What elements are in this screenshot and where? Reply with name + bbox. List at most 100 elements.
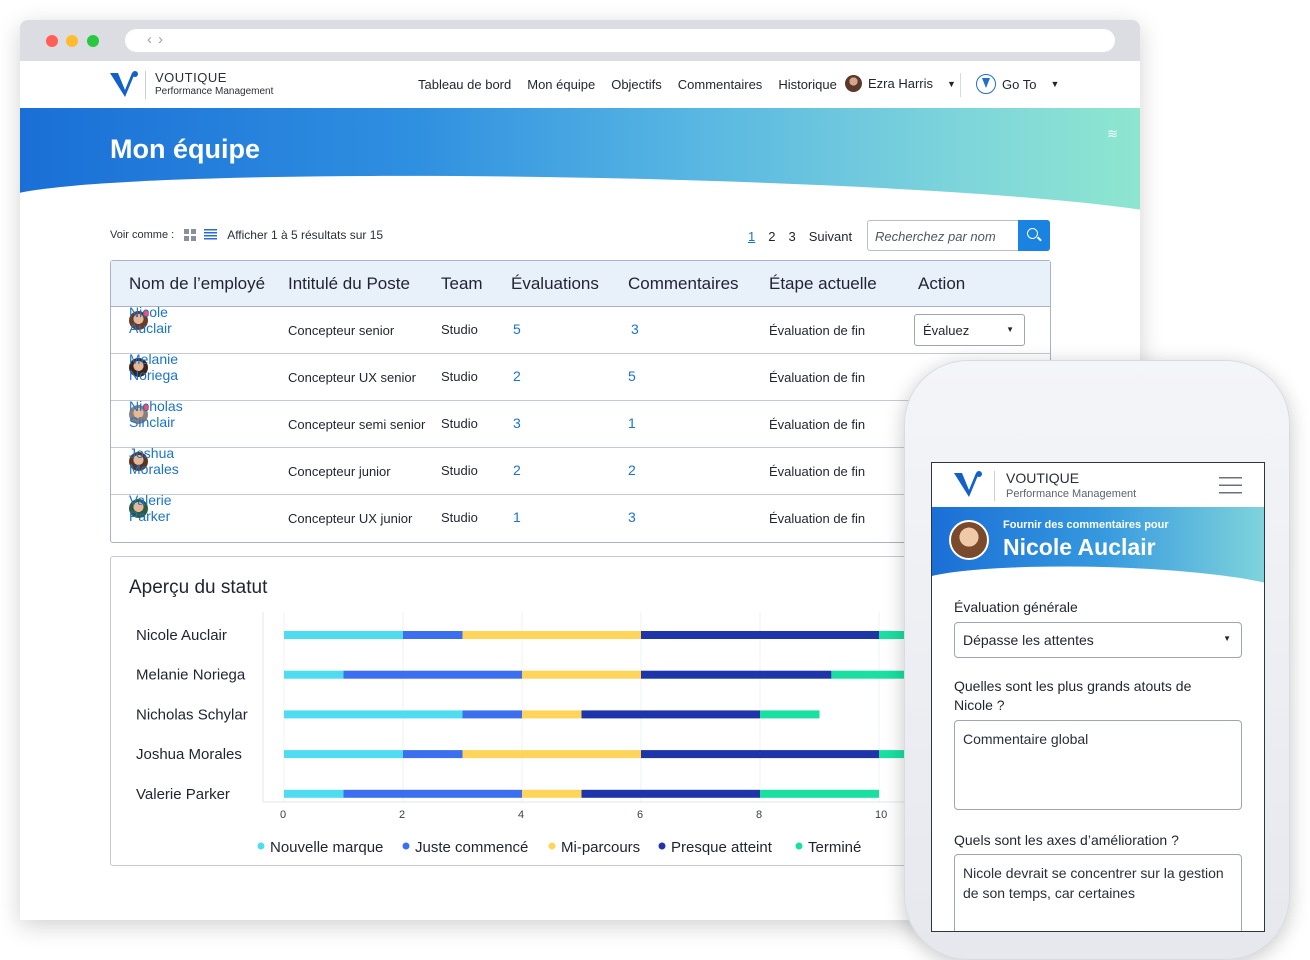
x-tick-label: 8 xyxy=(756,809,762,821)
grid-view-icon[interactable] xyxy=(184,229,197,241)
overall-rating-value: Dépasse les attentes xyxy=(963,632,1094,648)
page-banner: Mon équipe ≋ xyxy=(20,108,1140,218)
evaluations-link[interactable]: 3 xyxy=(513,415,521,431)
employee-name-link[interactable]: Valerie Parker xyxy=(129,492,172,524)
category-label: Nicholas Schylar xyxy=(136,706,248,723)
nav-commentaires[interactable]: Commentaires xyxy=(678,77,763,92)
team-cell: Studio xyxy=(441,510,478,525)
bar-segment xyxy=(581,710,760,719)
evaluations-link[interactable]: 5 xyxy=(513,321,521,337)
x-tick-label: 10 xyxy=(875,809,887,821)
bar-segment xyxy=(284,631,403,639)
job-title-cell: Concepteur semi senior xyxy=(288,417,426,432)
bar-segment xyxy=(760,710,820,719)
brand-logo-icon[interactable] xyxy=(954,471,984,497)
banner-subtitle: Fournir des commentaires pour xyxy=(1003,519,1169,531)
category-label: Valerie Parker xyxy=(136,786,230,803)
action-select-value: Évaluez xyxy=(923,323,970,338)
search-icon[interactable] xyxy=(1018,220,1050,251)
mobile-banner: Fournir des commentaires pour Nicole Auc… xyxy=(932,507,1264,583)
job-title-cell: Concepteur UX senior xyxy=(288,370,416,385)
evaluations-link[interactable]: 2 xyxy=(513,462,521,478)
maximize-window-icon[interactable] xyxy=(87,35,99,47)
nav-tableau-de-bord[interactable]: Tableau de bord xyxy=(418,77,511,92)
legend-label: Terminé xyxy=(808,839,861,856)
brand-logo-icon[interactable] xyxy=(110,71,140,97)
strengths-textarea[interactable]: Commentaire global xyxy=(954,720,1242,810)
header-team: Team xyxy=(441,274,483,293)
bar-segment xyxy=(403,631,463,639)
evaluations-link[interactable]: 2 xyxy=(513,368,521,384)
banner-employee-name: Nicole Auclair xyxy=(1003,534,1156,560)
brand-text: VOUTIQUE Performance Management xyxy=(1006,470,1136,500)
brand-subtitle: Performance Management xyxy=(1006,488,1137,500)
team-cell: Studio xyxy=(441,322,478,337)
evaluations-link[interactable]: 1 xyxy=(513,509,521,525)
page-link-2[interactable]: 2 xyxy=(768,229,775,244)
nav-objectifs[interactable]: Objectifs xyxy=(611,77,662,92)
brand-name: VOUTIQUE xyxy=(1006,470,1080,486)
improvement-label: Quels sont les axes d’amélioration ? xyxy=(954,832,1179,848)
goto-menu[interactable]: Go To ▼ xyxy=(976,74,1059,94)
bar-segment xyxy=(403,750,463,759)
team-cell: Studio xyxy=(441,463,478,478)
overall-rating-select[interactable]: Dépasse les attentes ▼ xyxy=(954,622,1242,658)
next-page-link[interactable]: Suivant xyxy=(809,229,852,244)
minimize-window-icon[interactable] xyxy=(66,35,78,47)
employee-name-link[interactable]: Melanie Noriega xyxy=(129,351,178,383)
legend-marker xyxy=(795,842,803,850)
legend-label: Presque atteint xyxy=(671,839,773,856)
hamburger-menu-icon[interactable] xyxy=(1219,477,1242,494)
mobile-header: VOUTIQUE Performance Management xyxy=(932,463,1264,507)
view-options: Voir comme : Afficher 1 à 5 résultats su… xyxy=(110,228,383,242)
nav-mon-equipe[interactable]: Mon équipe xyxy=(527,77,595,92)
employee-name-link[interactable]: Nicole Auclair xyxy=(129,304,172,336)
list-view-icon[interactable] xyxy=(204,229,218,241)
address-bar[interactable]: ‹› xyxy=(125,29,1115,52)
bar-segment xyxy=(462,710,522,719)
app-header: VOUTIQUE Performance Management Tableau … xyxy=(20,61,1140,108)
page-link-1[interactable]: 1 xyxy=(748,229,755,244)
main-nav: Tableau de bord Mon équipe Objectifs Com… xyxy=(418,77,837,92)
action-select[interactable]: Évaluez ▼ xyxy=(914,314,1025,346)
job-title-cell: Concepteur senior xyxy=(288,323,395,338)
legend-label: Mi-parcours xyxy=(561,839,640,856)
legend-marker xyxy=(658,842,666,850)
comments-link[interactable]: 3 xyxy=(631,321,639,337)
comments-link[interactable]: 2 xyxy=(628,462,636,478)
header-comments: Commentaires xyxy=(628,274,739,293)
mobile-device: VOUTIQUE Performance Management Fournir … xyxy=(904,360,1290,960)
search-input[interactable]: Recherchez par nom xyxy=(867,220,1050,251)
job-title-cell: Concepteur junior xyxy=(288,464,391,479)
user-name: Ezra Harris xyxy=(868,76,934,91)
employee-name-link[interactable]: Joshua Morales xyxy=(129,445,179,477)
comments-link[interactable]: 1 xyxy=(628,415,636,431)
header-divider xyxy=(960,73,961,97)
strengths-label: Quelles sont les plus grands atouts de N… xyxy=(954,678,1192,713)
improvement-textarea[interactable]: Nicole devrait se concentrer sur la gest… xyxy=(954,854,1242,931)
bar-segment xyxy=(522,710,582,719)
bar-segment xyxy=(522,670,641,679)
header-title: Intitulé du Poste xyxy=(288,274,410,293)
page-link-3[interactable]: 3 xyxy=(788,229,795,244)
team-cell: Studio xyxy=(441,369,478,384)
bar-segment xyxy=(343,789,522,798)
comments-link[interactable]: 5 xyxy=(628,368,636,384)
back-forward-icon[interactable]: ‹› xyxy=(147,31,169,48)
bar-segment xyxy=(641,750,879,759)
employee-name-link[interactable]: Nicholas Sinclair xyxy=(129,398,183,430)
comments-link[interactable]: 3 xyxy=(628,509,636,525)
stage-cell: Évaluation de fin xyxy=(769,464,866,479)
user-menu[interactable]: Ezra Harris ▼ xyxy=(845,75,956,92)
bar-segment xyxy=(343,670,522,679)
brand-subtitle: Performance Management xyxy=(155,86,274,97)
overall-rating-label: Évaluation générale xyxy=(954,599,1078,615)
nav-historique[interactable]: Historique xyxy=(778,77,837,92)
stage-cell: Évaluation de fin xyxy=(769,323,866,338)
close-window-icon[interactable] xyxy=(46,35,58,47)
category-label: Nicole Auclair xyxy=(136,627,227,644)
bar-segment xyxy=(462,750,641,759)
legend-label: Juste commencé xyxy=(415,839,528,856)
bar-segment xyxy=(284,710,463,719)
bar-segment xyxy=(462,631,641,639)
